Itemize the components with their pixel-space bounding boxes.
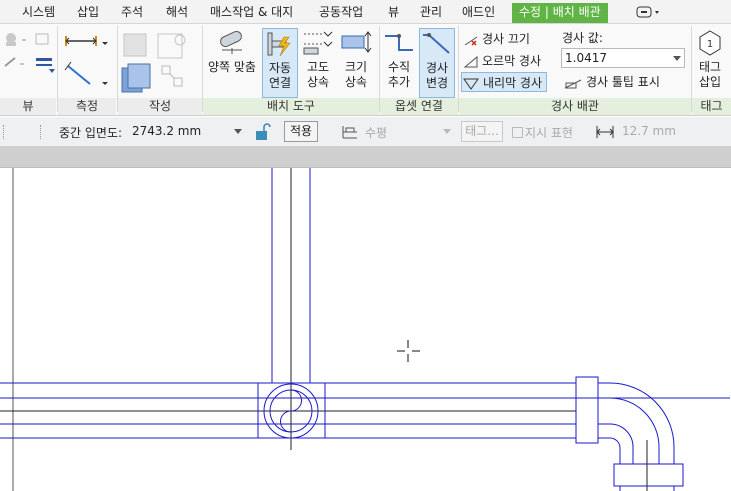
size-value[interactable]: 12.7 mm — [622, 124, 676, 138]
tag-on-placement-label-1: 태그 — [698, 60, 722, 74]
drawing-canvas[interactable] — [0, 168, 731, 491]
show-slope-tooltip-button[interactable]: 경사 툴팁 표시 — [563, 72, 660, 92]
slope-up-button[interactable]: 오르막 경사 — [463, 51, 541, 71]
inherit-elevation-label-1: 고도 — [306, 60, 330, 74]
add-vertical-icon — [385, 34, 413, 51]
ribbon-options-icon[interactable] — [636, 6, 662, 19]
slope-value-text: 1.0417 — [565, 51, 607, 65]
middle-elevation-label: 중간 입면도: — [59, 126, 123, 140]
horizontal-value: 수평 — [365, 126, 388, 140]
tag-button[interactable]: 태그... — [461, 121, 503, 142]
panel-title-offset-connect: 옵셋 연결 — [380, 98, 458, 115]
add-vertical-label-1: 수직 — [387, 60, 411, 74]
tab-collaborate[interactable]: 공동작업 — [319, 3, 363, 22]
tag-on-placement-button[interactable]: 1 태그 삽입 — [693, 28, 727, 90]
tag-icon: 1 — [699, 30, 721, 56]
slope-down-label: 내리막 경사 — [483, 76, 543, 90]
auto-connect-button[interactable]: 자동 연결 — [262, 28, 298, 98]
measure-icon[interactable] — [62, 30, 114, 94]
panel-title-tag: 태그 — [692, 98, 731, 115]
slope-up-label: 오르막 경사 — [482, 54, 542, 68]
view-tab-strip — [0, 147, 731, 168]
panel-title-create: 작성 — [118, 98, 202, 115]
inherit-size-label-1: 크기 — [344, 60, 368, 74]
ribbon: 뷰 측정 작성 양쪽 맞춤 자동 연결 고도 상속 크기 상속 배치 도구 수직… — [0, 24, 731, 116]
middle-elevation-value: 2743.2 mm — [132, 124, 202, 138]
chevron-down-icon — [234, 129, 242, 134]
inherit-elevation-label-2: 상속 — [306, 75, 330, 89]
inherit-size-label-2: 상속 — [344, 75, 368, 89]
chevron-down-icon — [443, 129, 451, 134]
middle-elevation-field[interactable]: 2743.2 mm — [132, 124, 244, 138]
size-arrows-icon — [596, 126, 614, 138]
show-slope-tooltip-label: 경사 툴팁 표시 — [586, 75, 660, 89]
show-leader-label: 지시 표현 — [525, 126, 573, 140]
tab-view[interactable]: 뷰 — [388, 3, 399, 22]
tab-manage[interactable]: 관리 — [420, 3, 442, 22]
justify-label: 양쪽 맞춤 — [208, 60, 256, 74]
elbow-flange[interactable] — [575, 376, 599, 444]
change-slope-label-1: 경사 — [425, 61, 449, 75]
change-slope-label-2: 변경 — [425, 76, 449, 90]
tab-systems[interactable]: 시스템 — [22, 3, 55, 22]
justify-icon — [220, 30, 242, 54]
unlock-icon[interactable] — [255, 123, 271, 141]
horizontal-justification-icon — [342, 126, 357, 139]
tab-insert[interactable]: 삽입 — [77, 3, 99, 22]
tab-modify-place-pipe[interactable]: 수정 | 배치 배관 — [512, 3, 608, 23]
checkbox-box — [512, 127, 523, 138]
svg-text:1: 1 — [707, 39, 713, 50]
menu-bar: 시스템 삽입 주석 해석 매스작업 & 대지 공동작업 뷰 관리 애드인 수정 … — [0, 0, 731, 24]
view-tools-icon[interactable] — [2, 28, 56, 92]
change-slope-button[interactable]: 경사 변경 — [419, 28, 455, 98]
inherit-size-icon — [341, 31, 372, 53]
show-leader-checkbox[interactable]: 지시 표현 — [512, 124, 573, 141]
slope-off-label: 경사 끄기 — [482, 32, 530, 46]
slope-value-select[interactable]: 1.0417 — [561, 48, 685, 68]
slope-up-icon — [463, 55, 478, 67]
panel-title-sloped-piping: 경사 배관 — [459, 98, 691, 115]
add-vertical-button[interactable]: 수직 추가 — [381, 28, 417, 90]
slope-off-icon — [464, 36, 478, 46]
apply-button[interactable]: 적용 — [284, 121, 318, 142]
inherit-size-button[interactable]: 크기 상속 — [338, 28, 374, 90]
slope-down-button[interactable]: 내리막 경사 — [461, 72, 548, 92]
slope-down-icon — [463, 78, 479, 90]
elbow-inner[interactable] — [598, 437, 621, 464]
pipe-network[interactable] — [0, 168, 730, 491]
panel-title-view: 뷰 — [0, 98, 56, 115]
justify-button[interactable]: 양쪽 맞춤 — [204, 28, 260, 75]
slope-off-button[interactable]: 경사 끄기 — [463, 29, 530, 49]
elbow-mid — [598, 423, 634, 464]
auto-connect-label-2: 연결 — [268, 76, 292, 90]
slope-value-label: 경사 값: — [562, 31, 603, 45]
panel-title-measure: 측정 — [58, 98, 116, 115]
tag-on-placement-label-2: 삽입 — [698, 75, 722, 89]
elbow-outlet-flange[interactable] — [613, 463, 684, 487]
inherit-elevation-button[interactable]: 고도 상속 — [300, 28, 336, 90]
tab-addins[interactable]: 애드인 — [462, 3, 495, 22]
elbow-mid — [598, 397, 660, 464]
crosshair-cursor-icon — [397, 340, 420, 362]
tab-analyze[interactable]: 해석 — [166, 3, 188, 22]
panel-title-placement-tools: 배치 도구 — [203, 98, 379, 115]
change-slope-icon — [423, 33, 450, 54]
options-bar: 중간 입면도: 2743.2 mm 적용 수평 태그... 지시 표현 12.7… — [0, 117, 731, 147]
auto-connect-icon — [267, 32, 291, 57]
auto-connect-label-1: 자동 — [268, 61, 292, 75]
slope-tooltip-icon — [564, 79, 582, 88]
add-vertical-label-2: 추가 — [387, 75, 411, 89]
chevron-down-icon — [673, 56, 681, 61]
tab-massing-site[interactable]: 매스작업 & 대지 — [210, 3, 293, 22]
inherit-elevation-icon — [303, 31, 333, 55]
create-tools-icon[interactable] — [118, 28, 198, 96]
tab-annotate[interactable]: 주석 — [121, 3, 143, 22]
horizontal-justification-select[interactable]: 수평 — [365, 124, 453, 141]
